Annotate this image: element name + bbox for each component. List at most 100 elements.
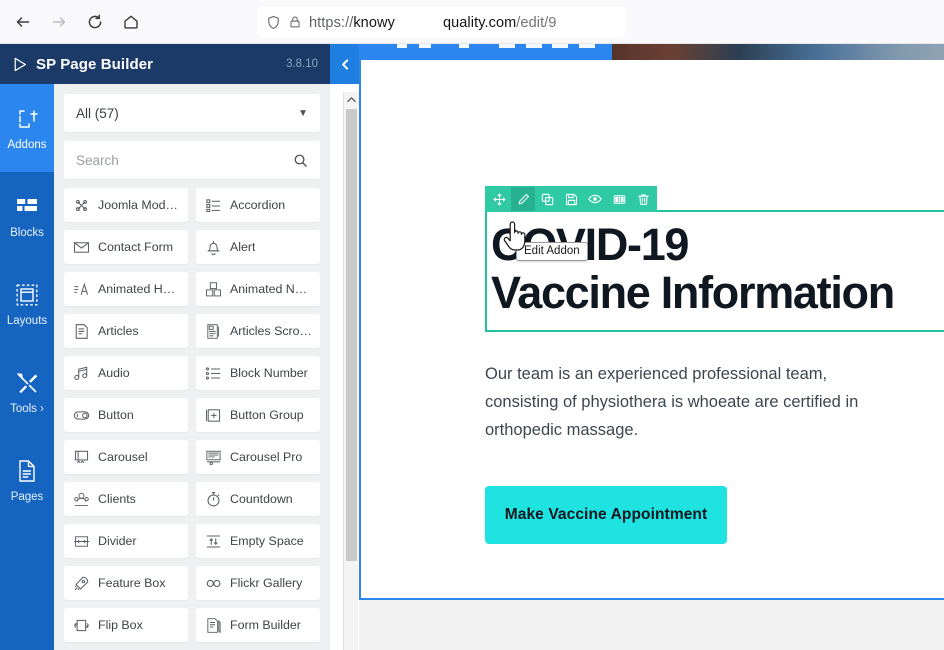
addon-item[interactable]: Contact Form [64, 230, 188, 264]
addon-item[interactable]: Countdown [196, 482, 320, 516]
addon-item-label: Countdown [230, 492, 293, 506]
addon-item[interactable]: Divider [64, 524, 188, 558]
toggle-visibility-button[interactable] [583, 187, 607, 211]
reload-button[interactable] [80, 7, 110, 37]
sidebar-item-layouts[interactable]: Layouts [0, 260, 54, 348]
flip-box-icon [72, 616, 91, 635]
home-icon [124, 15, 138, 29]
rocket-icon [72, 574, 91, 593]
panel-collapse-button[interactable] [330, 44, 360, 84]
edit-addon-button[interactable] [511, 187, 535, 211]
clients-icon [72, 490, 91, 509]
addon-item[interactable]: Carousel [64, 440, 188, 474]
toolbar-chip [419, 44, 431, 48]
hero-image-sliver [612, 44, 944, 60]
tools-wrench-icon [14, 370, 40, 396]
scrollbar-thumb[interactable] [346, 109, 357, 561]
addon-item[interactable]: Animated Nu… [196, 272, 320, 306]
chevron-up-icon[interactable] [344, 92, 359, 107]
heading-addon[interactable]: Edit Addon COVID-19 Vaccine Information [485, 186, 944, 332]
stopwatch-icon [204, 490, 223, 509]
divider-icon [72, 532, 91, 551]
padlock-icon [288, 15, 302, 29]
addon-item[interactable]: Block Number [196, 356, 320, 390]
mouse-cursor [502, 221, 528, 258]
addon-toolbar [485, 186, 657, 212]
addon-item[interactable]: Flip Box [64, 608, 188, 642]
delete-addon-button[interactable] [631, 187, 655, 211]
joomla-icon [72, 196, 91, 215]
trash-icon [637, 193, 649, 205]
addon-item-label: Clients [98, 492, 136, 506]
copy-icon [541, 193, 553, 205]
sidebar-rail: Addons Blocks Layouts Tools › Pages [0, 84, 63, 650]
addon-search-box[interactable] [64, 141, 320, 179]
addon-item-label: Carousel [98, 450, 148, 464]
addon-item-label: Empty Space [230, 534, 304, 548]
addon-item[interactable]: Alert [196, 230, 320, 264]
move-addon-button[interactable] [487, 187, 511, 211]
addon-category-value: All (57) [76, 105, 119, 121]
button-toggle-icon [72, 406, 91, 425]
sidebar-item-pages[interactable]: Pages [0, 436, 54, 524]
forward-button[interactable] [44, 7, 74, 37]
make-appointment-button[interactable]: Make Vaccine Appointment [485, 486, 727, 544]
panel-scrollbar[interactable] [343, 92, 359, 650]
flickr-dots-icon [204, 574, 223, 593]
duplicate-addon-button[interactable] [535, 187, 559, 211]
addon-item[interactable]: Joomla Module [64, 188, 188, 222]
shield-icon [266, 15, 281, 30]
addon-item[interactable]: Button Group [196, 398, 320, 432]
addon-category-select[interactable]: All (57) ▼ [64, 94, 320, 132]
addon-item-label: Animated Hea… [98, 282, 180, 296]
heading-line-2: Vaccine Information [491, 267, 895, 318]
carousel-icon [72, 448, 91, 467]
addon-item-label: Block Number [230, 366, 308, 380]
addon-grid: Joomla Module Accordion Contact Form Alert A… [64, 188, 320, 642]
pencil-icon [518, 193, 529, 204]
home-button[interactable] [116, 7, 146, 37]
article-icon [72, 322, 91, 341]
music-note-icon [72, 364, 91, 383]
page-section: Edit Addon COVID-19 Vaccine Information … [359, 60, 944, 600]
addon-item-label: Joomla Module [98, 198, 180, 212]
document-icon [14, 458, 40, 484]
sidebar-item-addons[interactable]: Addons [0, 84, 63, 172]
sidebar-label-pages: Pages [10, 490, 44, 503]
chevron-left-icon [341, 58, 348, 70]
sidebar-item-tools[interactable]: Tools › [0, 348, 54, 436]
search-input[interactable] [76, 152, 293, 168]
address-bar[interactable]: https://knowy quality.com/edit/9 [258, 7, 626, 37]
search-icon[interactable] [293, 153, 308, 168]
layout-frame-icon [14, 282, 40, 308]
back-button[interactable] [8, 7, 38, 37]
move-arrows-icon [493, 193, 505, 205]
addon-item[interactable]: Accordion [196, 188, 320, 222]
sidebar-label-blocks: Blocks [10, 226, 44, 239]
addon-item[interactable]: Articles [64, 314, 188, 348]
animated-heading-icon [72, 280, 91, 299]
addon-item[interactable]: Audio [64, 356, 188, 390]
eye-icon [588, 194, 602, 204]
toolbar-chip [526, 44, 542, 48]
addon-item-label: Form Builder [230, 618, 301, 632]
addon-item[interactable]: Animated Hea… [64, 272, 188, 306]
button-group-icon [204, 406, 223, 425]
ordered-list-icon [204, 364, 223, 383]
chevron-down-icon: ▼ [298, 107, 308, 119]
preview-top-toolbar[interactable] [359, 44, 944, 60]
page-canvas: Edit Addon COVID-19 Vaccine Information … [359, 44, 944, 650]
addon-item-label: Accordion [230, 198, 286, 212]
save-addon-button[interactable] [559, 187, 583, 211]
addon-item[interactable]: Form Builder [196, 608, 320, 642]
addon-item[interactable]: Button [64, 398, 188, 432]
sidebar-item-blocks[interactable]: Blocks [0, 172, 54, 260]
addon-item[interactable]: Flickr Gallery [196, 566, 320, 600]
addon-item[interactable]: Clients [64, 482, 188, 516]
addon-item[interactable]: Carousel Pro [196, 440, 320, 474]
addon-item-label: Button Group [230, 408, 304, 422]
addon-item[interactable]: Articles Scroller [196, 314, 320, 348]
addon-item[interactable]: Empty Space [196, 524, 320, 558]
addon-item[interactable]: Feature Box [64, 566, 188, 600]
columns-button[interactable] [607, 187, 631, 211]
